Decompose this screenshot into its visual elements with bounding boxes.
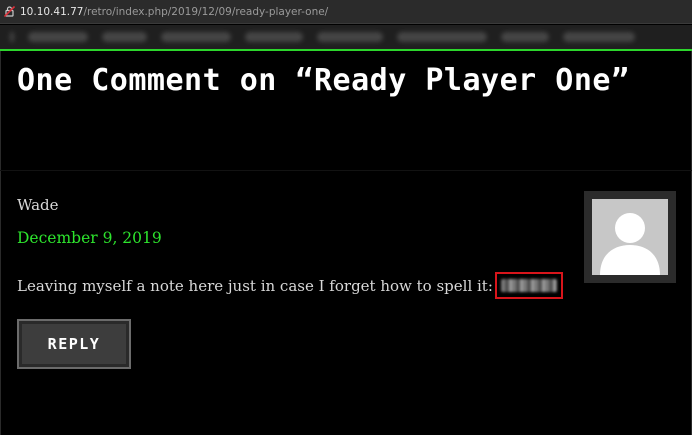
blurred-bookmark <box>397 32 487 42</box>
default-user-avatar-icon <box>592 199 668 275</box>
url-path: /retro/index.php/2019/12/09/ready-player… <box>83 5 329 18</box>
url-host: 10.10.41.77 <box>20 5 84 18</box>
avatar <box>584 191 676 283</box>
redacted-highlight-box <box>494 272 563 299</box>
blurred-bookmark <box>317 32 383 42</box>
address-bar[interactable]: 10.10.41.77/retro/index.php/2019/12/09/r… <box>0 0 692 24</box>
comment-body: Leaving myself a note here just in case … <box>17 272 563 299</box>
comment-date-link[interactable]: December 9, 2019 <box>17 229 162 247</box>
reply-button[interactable]: REPLY <box>17 319 131 369</box>
blurred-bookmark <box>563 32 635 42</box>
comment-text: Leaving myself a note here just in case … <box>17 276 493 295</box>
not-secure-icon[interactable] <box>4 6 15 17</box>
bookmarks-bar-blurred <box>0 25 692 49</box>
blurred-bookmark <box>161 32 231 42</box>
redacted-word <box>500 279 557 292</box>
blurred-bookmark <box>28 32 88 42</box>
divider <box>0 170 692 171</box>
blurred-bookmark <box>245 32 303 42</box>
blurred-bookmark <box>10 32 14 42</box>
comments-title: One Comment on “Ready Player One” <box>17 63 630 98</box>
blurred-bookmark <box>102 32 147 42</box>
blurred-bookmark <box>501 32 549 42</box>
comment-author: Wade <box>17 196 59 214</box>
